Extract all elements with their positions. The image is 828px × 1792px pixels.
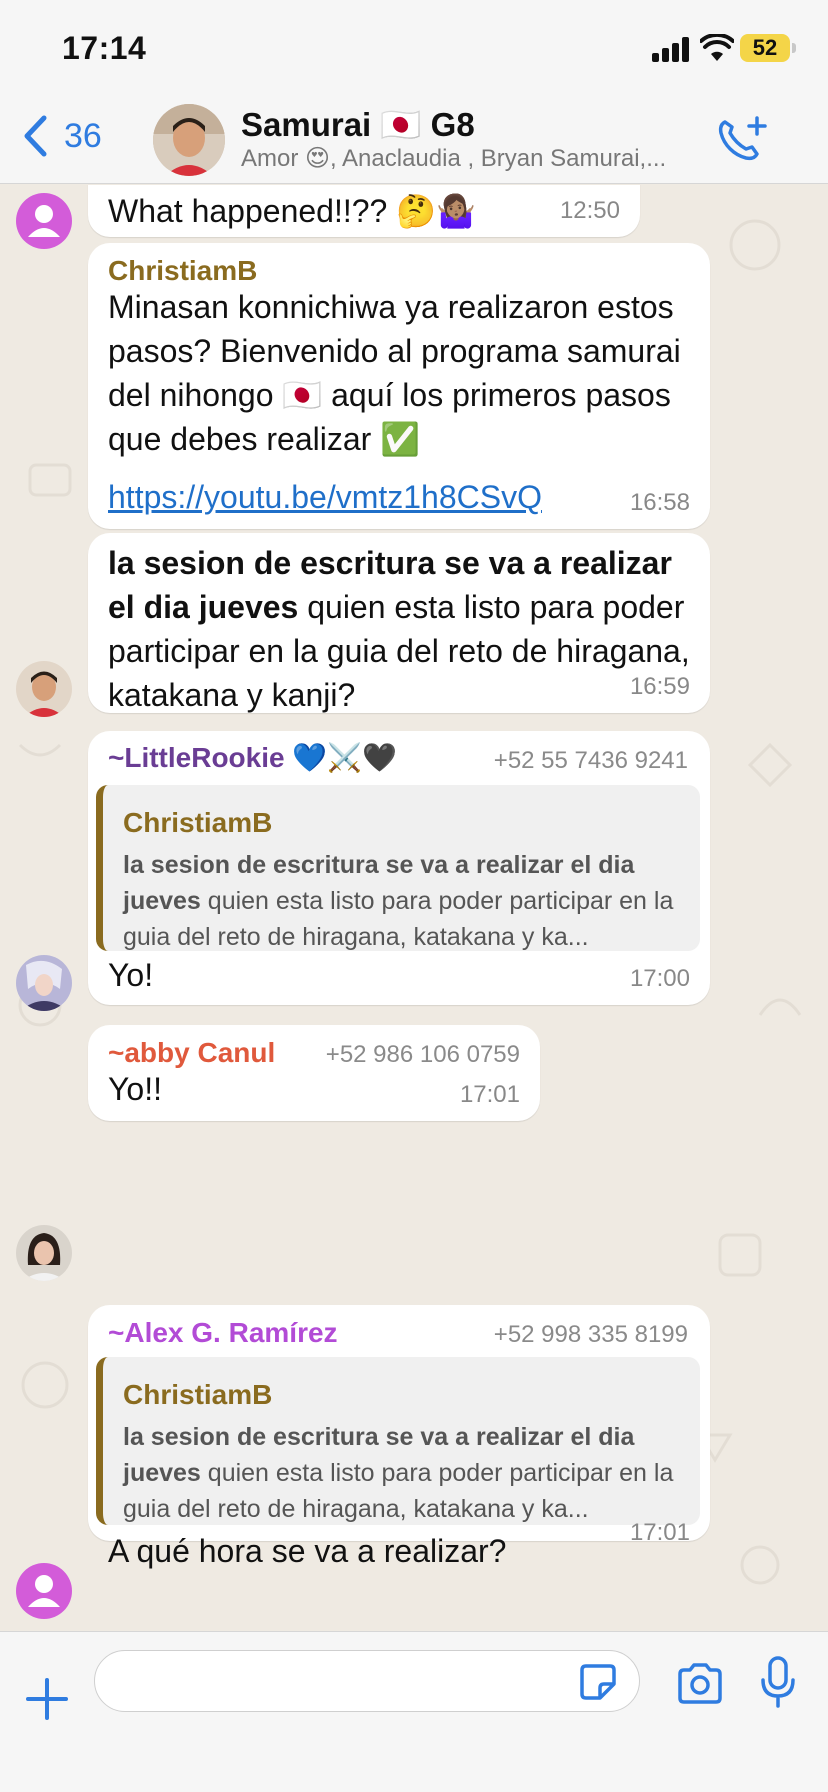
sender-name: ~abby Canul (108, 1037, 276, 1068)
quote-text: la sesion de escritura se va a realizar … (123, 1419, 684, 1525)
sender-name: ChristiamB (108, 255, 258, 286)
avatar[interactable] (16, 955, 72, 1011)
sender-name: ~Alex G. Ramírez (108, 1317, 338, 1348)
quote-rest-text: quien esta listo para poder participar e… (123, 887, 674, 951)
battery-cap (792, 43, 796, 53)
avatar-image (16, 1225, 72, 1281)
quote-rest-text: quien esta listo para poder participar e… (123, 1459, 674, 1523)
default-avatar-icon (28, 205, 60, 237)
group-avatar-image (153, 104, 225, 176)
sender-phone: +52 986 106 0759 (325, 1041, 520, 1068)
quote-sender: ChristiamB (123, 1379, 273, 1410)
group-avatar[interactable] (153, 104, 225, 176)
quote-text: la sesion de escritura se va a realizar … (123, 847, 684, 951)
avatar-image (16, 661, 72, 717)
message-text: What happened!!?? 🤔🤷🏽‍♀️ (108, 193, 476, 229)
avatar-image (16, 955, 72, 1011)
status-bar: 17:14 52 (0, 0, 828, 88)
message-time: 17:01 (459, 1081, 520, 1108)
status-time: 17:14 (62, 30, 147, 66)
message-time: 12:50 (559, 197, 620, 224)
group-members: Amor 😍, Anaclaudia , Bryan Samurai,... (241, 145, 667, 172)
default-avatar-icon (28, 1575, 60, 1607)
wifi-icon (700, 34, 734, 61)
plus-icon[interactable] (24, 1676, 70, 1722)
message-text: la sesion de escritura se va a realizar … (108, 541, 698, 717)
message-time: 16:58 (629, 489, 690, 516)
composer-bar (0, 1631, 828, 1792)
group-title[interactable]: Samurai 🇯🇵 G8 (241, 106, 475, 145)
back-button[interactable]: 36 (22, 110, 122, 162)
avatar[interactable] (16, 1225, 72, 1281)
back-chevron-icon (24, 115, 47, 157)
battery-indicator: 52 (740, 34, 790, 62)
avatar[interactable] (16, 661, 72, 717)
message-bubble[interactable]: ~Alex G. Ramírez +52 998 335 8199 Christ… (88, 1305, 710, 1569)
signal-icon (652, 36, 690, 62)
message-time: 17:01 (629, 1519, 690, 1546)
phone-add-icon[interactable] (715, 114, 769, 164)
message-time: 16:59 (629, 673, 690, 700)
quote-sender: ChristiamB (123, 807, 273, 838)
chat-header: 36 Samurai 🇯🇵 G8 Amor 😍, Anaclaudia , Br… (0, 88, 828, 184)
quoted-message[interactable]: ChristiamB la sesion de escritura se va … (96, 1357, 700, 1525)
message-text: Yo!! (108, 1071, 162, 1107)
camera-icon[interactable] (676, 1662, 724, 1704)
message-bubble[interactable]: ~abby Canul +52 986 106 0759 Yo!! 17:01 (88, 1025, 540, 1121)
avatar[interactable] (16, 1563, 72, 1619)
chat-area[interactable]: What happened!!?? 🤔🤷🏽‍♀️ 12:50 Christiam… (0, 185, 828, 1631)
message-time: 17:00 (629, 965, 690, 992)
unread-count: 36 (64, 116, 102, 155)
message-text: Minasan konnichiwa ya realizaron estos p… (108, 289, 681, 457)
sender-phone: +52 55 7436 9241 (493, 747, 688, 774)
message-bubble[interactable]: ChristiamB Minasan konnichiwa ya realiza… (88, 243, 710, 529)
message-bubble[interactable]: la sesion de escritura se va a realizar … (88, 533, 710, 713)
message-link[interactable]: https://youtu.be/vmtz1h8CSvQ (108, 475, 542, 519)
message-bubble[interactable]: ~LittleRookie 💙⚔️🖤 +52 55 7436 9241 Chri… (88, 731, 710, 1005)
microphone-icon[interactable] (760, 1656, 796, 1708)
sender-phone: +52 998 335 8199 (493, 1321, 688, 1348)
sticker-icon[interactable] (578, 1662, 618, 1702)
message-input[interactable] (94, 1650, 640, 1712)
message-bubble[interactable]: What happened!!?? 🤔🤷🏽‍♀️ 12:50 (88, 185, 640, 237)
message-text: A qué hora se va a realizar? (108, 1533, 507, 1569)
avatar[interactable] (16, 193, 72, 249)
sender-name: ~LittleRookie 💙⚔️🖤 (108, 742, 397, 773)
quoted-message[interactable]: ChristiamB la sesion de escritura se va … (96, 785, 700, 951)
message-text: Yo! (108, 957, 154, 993)
